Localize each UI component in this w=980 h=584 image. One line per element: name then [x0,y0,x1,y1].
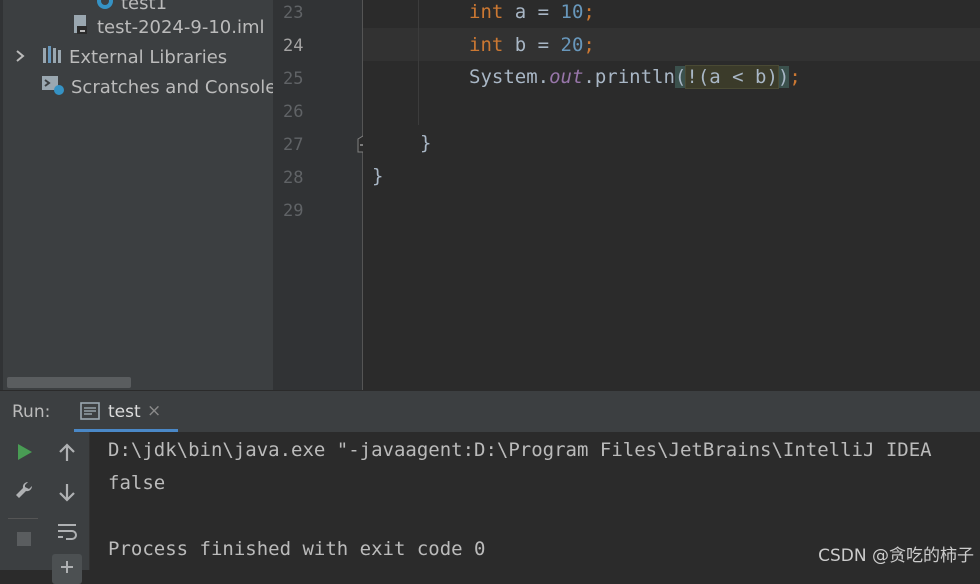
chevron-right-icon[interactable] [13,48,33,67]
iml-file-icon [71,14,91,41]
play-icon [15,443,33,465]
highlighted-expression: !(a < b) [685,65,779,89]
tree-item-label: Scratches and Consoles [71,76,273,98]
line-number-gutter: 23 24 25 26 27 28 29 [273,0,363,390]
tree-item-label: External Libraries [69,46,228,68]
semicolon: ; [583,1,595,23]
watermark: CSDN @贪吃的柿子 [818,546,974,566]
tree-item-external-libraries[interactable]: External Libraries [13,42,227,72]
soft-wrap-button[interactable] [52,518,82,548]
run-toolbar [0,432,44,570]
code-text: System. [469,66,550,88]
console-icon [80,402,100,424]
code-editor[interactable]: int a = 10; int b = 20; System.out.print… [363,0,980,390]
matched-paren: ( [674,66,687,88]
matched-paren: ) [777,66,790,88]
code-line-28[interactable]: } [372,165,383,187]
line-number: 23 [283,3,304,23]
semicolon: ; [583,34,595,56]
method-name: .println [583,66,675,88]
edit-configuration-button[interactable] [9,477,39,507]
line-number: 27 [283,135,304,155]
arrow-down-icon [58,482,76,506]
scratches-icon [41,74,65,101]
console-line: D:\jdk\bin\java.exe "-javaagent:D:\Progr… [108,439,932,461]
code-line-23[interactable]: int a = 10; [469,1,595,23]
keyword: int [469,1,504,23]
code-line-24[interactable]: int b = 20; [469,34,595,56]
soft-wrap-icon [57,521,77,545]
tree-item-iml[interactable]: test-2024-9-10.iml [71,12,264,42]
indent-guide [418,0,419,125]
up-stack-button[interactable] [52,440,82,470]
arrow-up-icon [58,443,76,467]
current-line-highlight [363,28,980,61]
code-line-27[interactable]: } [420,132,431,154]
scroll-to-end-button[interactable] [52,554,82,584]
run-label: Run: [12,402,51,422]
line-number: 25 [283,69,304,89]
tab-label: test [108,402,141,422]
static-field: out [549,66,584,88]
keyword: int [469,34,504,56]
plus-icon [59,559,75,579]
libraries-icon [41,45,63,70]
horizontal-scrollbar[interactable] [7,377,131,388]
line-number: 28 [283,168,304,188]
stop-icon [16,531,32,551]
down-stack-button[interactable] [52,479,82,509]
line-number: 24 [283,36,304,56]
number-literal: 20 [560,34,584,56]
wrench-icon [14,480,34,504]
close-icon[interactable]: × [147,401,161,421]
line-number: 26 [283,102,304,122]
code-text: b = [503,34,561,56]
tree-item-label: test-2024-9-10.iml [97,16,265,38]
console-line: Process finished with exit code 0 [108,538,486,560]
rerun-button[interactable] [9,439,39,469]
number-literal: 10 [560,1,584,23]
run-tool-window-header: Run: test × [0,390,980,433]
stop-button[interactable] [9,526,39,556]
project-tree-panel: test1 test-2024-9-10.iml External Librar… [0,0,273,390]
toolbar-divider [8,518,38,519]
console-line: false [108,472,166,494]
code-line-25[interactable]: System.out.println(!(a < b)); [469,65,801,89]
tab-test[interactable]: test × [66,391,178,433]
code-text: a = [503,1,561,23]
line-number: 29 [283,201,304,221]
tree-item-scratches[interactable]: Scratches and Consoles [41,72,273,102]
console-toolbar [44,432,90,584]
semicolon: ; [789,66,801,88]
